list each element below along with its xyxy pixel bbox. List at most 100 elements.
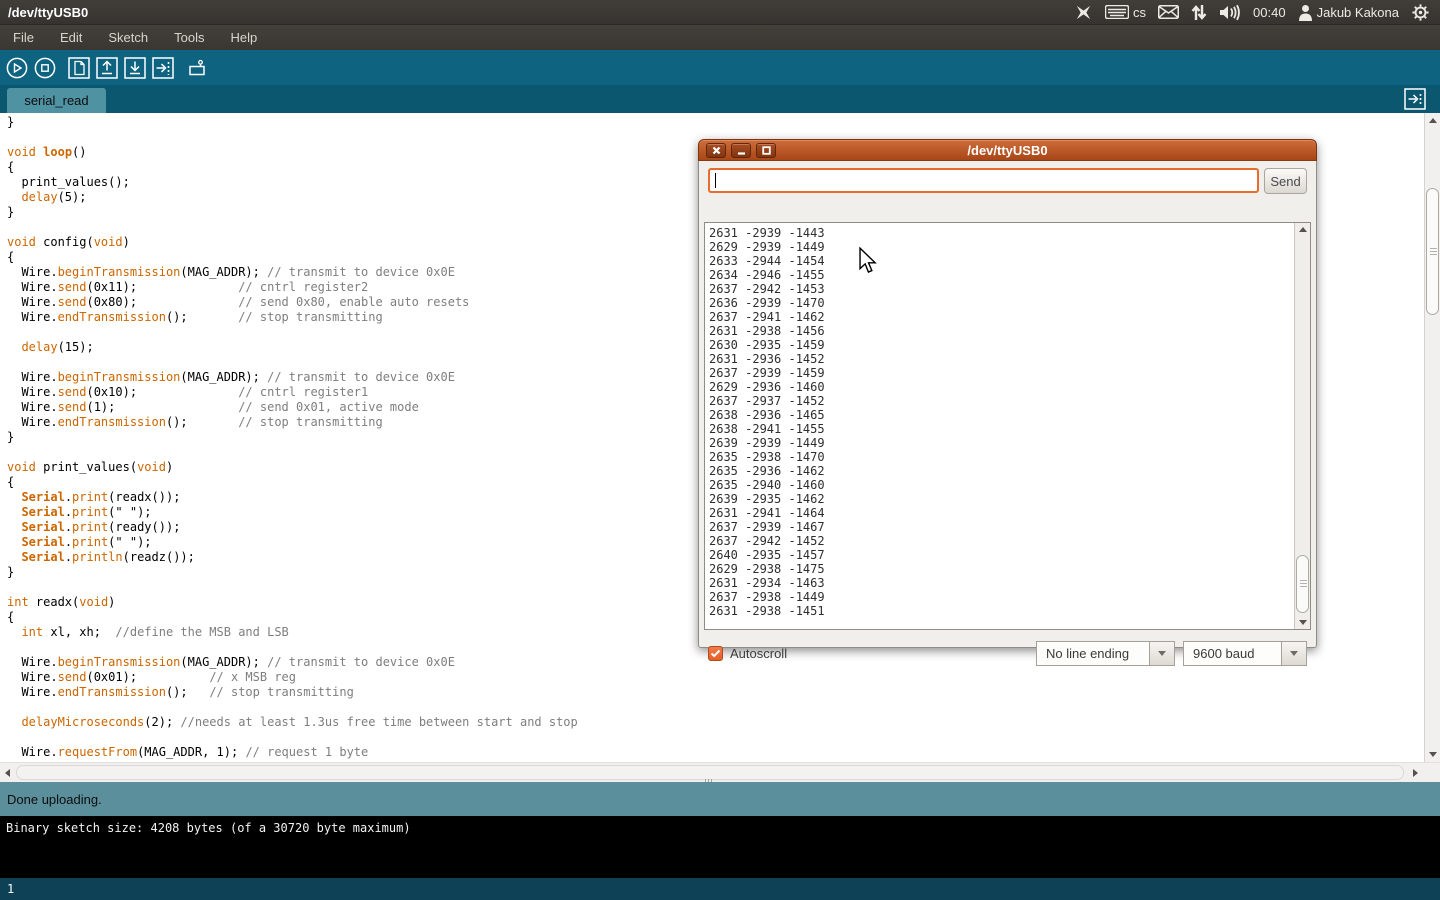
editor-horizontal-scrollbar[interactable] — [0, 762, 1440, 782]
menu-help[interactable]: Help — [217, 25, 270, 50]
code-line: Wire.send(0x11); // cntrl register2 — [7, 280, 578, 295]
volume-icon[interactable] — [1219, 4, 1241, 21]
verify-button[interactable] — [6, 57, 28, 79]
menu-tools[interactable]: Tools — [161, 25, 217, 50]
code-line: print_values(); — [7, 175, 578, 190]
serial-data-row: 2637 -2937 -1452 — [709, 394, 1310, 408]
system-tray: cs 00:40 Jakub Kakona — [1074, 3, 1440, 22]
menu-edit[interactable]: Edit — [47, 25, 95, 50]
send-button[interactable]: Send — [1264, 168, 1307, 194]
serial-data-row: 2637 -2942 -1453 — [709, 282, 1310, 296]
serial-monitor-titlebar[interactable]: /dev/ttyUSB0 — [698, 139, 1317, 161]
serial-scroll-down-arrow[interactable] — [1299, 620, 1307, 625]
code-text[interactable]: }void loop(){ print_values(); delay(5);}… — [7, 115, 578, 760]
horizontal-scroll-thumb[interactable] — [16, 765, 1404, 780]
code-line: Serial.println(readz()); — [7, 550, 578, 565]
save-sketch-button[interactable] — [124, 57, 146, 79]
code-line: Wire.send(0x80); // send 0x80, enable au… — [7, 295, 578, 310]
serial-monitor-button[interactable] — [186, 57, 208, 79]
upload-icon — [152, 57, 174, 79]
toolbar — [0, 50, 1440, 85]
window-close-icon — [712, 146, 721, 155]
serial-data-row: 2631 -2936 -1452 — [709, 352, 1310, 366]
keyboard-layout-label: cs — [1133, 5, 1146, 20]
mail-icon[interactable] — [1158, 5, 1179, 19]
open-sketch-button[interactable] — [96, 57, 118, 79]
serial-data-row: 2635 -2938 -1470 — [709, 450, 1310, 464]
clock-indicator[interactable]: 00:40 — [1253, 5, 1286, 20]
serial-data-row: 2630 -2935 -1459 — [709, 338, 1310, 352]
status-message: Done uploading. — [7, 792, 102, 807]
scroll-left-arrow[interactable] — [5, 769, 10, 777]
window-minimize-button[interactable] — [731, 143, 751, 158]
code-line — [7, 640, 578, 655]
checkmark-icon — [710, 649, 721, 658]
network-arrows-icon[interactable] — [1191, 4, 1207, 21]
scroll-down-arrow[interactable] — [1429, 752, 1437, 757]
menubar: File Edit Sketch Tools Help — [0, 25, 1440, 50]
pinwheel-indicator-icon[interactable] — [1074, 3, 1093, 22]
tab-serial-read[interactable]: serial_read — [7, 88, 106, 113]
console-text: Binary sketch size: 4208 bytes (of a 307… — [6, 821, 411, 835]
code-line — [7, 130, 578, 145]
serial-data-row: 2637 -2939 -1467 — [709, 520, 1310, 534]
window-maximize-icon — [762, 146, 771, 155]
editor-scroll-thumb[interactable] — [1426, 188, 1439, 315]
code-line: } — [7, 115, 578, 130]
serial-data-row: 2640 -2935 -1457 — [709, 548, 1310, 562]
code-line: int readx(void) — [7, 595, 578, 610]
code-line: Wire.beginTransmission(MAG_ADDR); // tra… — [7, 265, 578, 280]
code-line: } — [7, 205, 578, 220]
menu-sketch[interactable]: Sketch — [95, 25, 161, 50]
code-line: Wire.send(1); // send 0x01, active mode — [7, 400, 578, 415]
line-ending-dropdown[interactable]: No line ending — [1036, 641, 1175, 666]
baud-rate-dropdown[interactable]: 9600 baud — [1183, 641, 1307, 666]
session-menu[interactable]: Jakub Kakona — [1298, 4, 1399, 21]
serial-data-row: 2636 -2939 -1470 — [709, 296, 1310, 310]
code-line: { — [7, 250, 578, 265]
serial-data-row: 2631 -2934 -1463 — [709, 576, 1310, 590]
serial-data-row: 2639 -2935 -1462 — [709, 492, 1310, 506]
session-gear-icon[interactable] — [1411, 3, 1430, 22]
editor-vertical-scrollbar[interactable] — [1424, 113, 1440, 762]
scroll-up-arrow[interactable] — [1429, 118, 1437, 123]
window-title: /dev/ttyUSB0 — [8, 5, 88, 20]
serial-send-input[interactable] — [708, 168, 1259, 193]
keyboard-icon — [1105, 5, 1129, 19]
new-tab-button[interactable] — [1404, 88, 1426, 110]
code-line: Serial.print(" "); — [7, 535, 578, 550]
tab-label: serial_read — [24, 93, 88, 108]
serial-scrollbar[interactable] — [1294, 223, 1310, 629]
verify-icon — [6, 57, 28, 79]
stop-button[interactable] — [34, 57, 56, 79]
window-maximize-button[interactable] — [756, 143, 776, 158]
keyboard-layout-indicator[interactable]: cs — [1105, 5, 1146, 20]
serial-scroll-up-arrow[interactable] — [1299, 227, 1307, 232]
line-ending-value: No line ending — [1036, 641, 1149, 666]
serial-scroll-thumb[interactable] — [1296, 555, 1309, 613]
line-ending-arrow-button[interactable] — [1149, 641, 1175, 666]
window-close-button[interactable] — [706, 143, 726, 158]
serial-data-row: 2638 -2941 -1455 — [709, 422, 1310, 436]
status-bar: Done uploading. — [0, 782, 1440, 816]
code-line: void loop() — [7, 145, 578, 160]
serial-monitor-controls: Autoscroll No line ending 9600 baud — [699, 636, 1316, 670]
upload-button[interactable] — [152, 57, 174, 79]
serial-data-row: 2631 -2939 -1443 — [709, 226, 1310, 240]
top-panel: /dev/ttyUSB0 cs 00:40 Jaku — [0, 0, 1440, 25]
serial-data-row: 2637 -2939 -1459 — [709, 366, 1310, 380]
menu-file[interactable]: File — [0, 25, 47, 50]
serial-output-list[interactable]: 2631 -2939 -14432629 -2939 -14492633 -29… — [704, 222, 1311, 630]
code-line: { — [7, 610, 578, 625]
autoscroll-checkbox[interactable] — [708, 646, 723, 661]
baud-rate-arrow-button[interactable] — [1281, 641, 1307, 666]
serial-monitor-body: Send 2631 -2939 -14432629 -2939 -1449263… — [698, 161, 1317, 648]
code-line: { — [7, 475, 578, 490]
chevron-down-icon — [1158, 651, 1166, 656]
code-line — [7, 700, 578, 715]
scroll-right-arrow[interactable] — [1413, 769, 1418, 777]
chevron-down-icon — [1290, 651, 1298, 656]
serial-data-row: 2639 -2939 -1449 — [709, 436, 1310, 450]
new-sketch-button[interactable] — [68, 57, 90, 79]
code-line: Serial.print(ready()); — [7, 520, 578, 535]
